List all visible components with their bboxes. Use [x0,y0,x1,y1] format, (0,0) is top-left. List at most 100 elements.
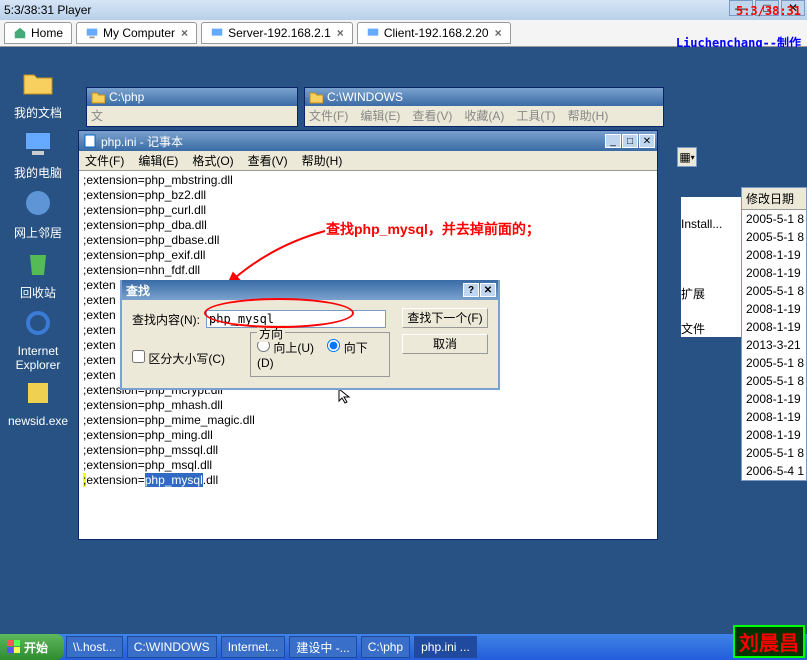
tab-close-icon[interactable]: × [495,26,502,40]
folder-icon [309,90,323,104]
direction-down-radio[interactable] [327,339,340,352]
menu-tools[interactable]: 工具(T) [516,107,555,124]
desktop-icon-recycle-bin[interactable]: 回收站 [8,247,68,301]
explorer-title[interactable]: C:\php [87,88,297,106]
taskbar-item[interactable]: 建设中 -... [289,636,356,658]
list-item[interactable]: 2008-1-19 [742,246,806,264]
tab-close-icon[interactable]: × [337,26,344,40]
desktop-icon-my-computer[interactable]: 我的电脑 [8,127,68,181]
taskbar-item[interactable]: C:\php [361,636,410,658]
desktop-icon-my-documents[interactable]: 我的文档 [8,67,68,121]
list-item[interactable]: 2005-5-1 8 [742,354,806,372]
explorer-menu: 文 [87,106,297,124]
explorer-window-windows[interactable]: C:\WINDOWS 文件(F) 编辑(E) 查看(V) 收藏(A) 工具(T)… [304,87,664,127]
taskbar-item[interactable]: \\.host... [66,636,123,658]
find-title-text: 查找 [126,282,150,299]
player-title-bar: 5:3/38:31 Player — □ ✕ [0,0,807,20]
menu-edit[interactable]: 编辑(E) [138,152,178,169]
folder-icon [91,90,105,104]
find-input[interactable] [206,310,386,328]
list-item[interactable]: 2005-5-1 8 [742,444,806,462]
case-checkbox[interactable] [132,350,145,363]
toolbar-view-button[interactable]: ▦▾ [677,147,697,167]
grid-icon: ▦ [679,150,690,164]
list-item[interactable]: 2013-3-21 [742,336,806,354]
help-button[interactable]: ? [463,283,479,297]
desktop-icon-ie[interactable]: Internet Explorer [8,307,68,372]
up-label: 向上(U) [273,341,314,355]
mouse-cursor-icon [338,388,354,404]
menu-fav[interactable]: 收藏(A) [464,107,504,124]
list-item[interactable]: 2006-5-4 1 [742,462,806,480]
direction-label: 方向 [257,325,285,342]
menu-edit[interactable]: 编辑(E) [360,107,400,124]
list-item[interactable]: 2008-1-19 [742,426,806,444]
explorer-title-text: C:\WINDOWS [327,90,403,104]
overlay-time: 5:3/38:31 [736,4,801,18]
computer-icon [85,26,99,40]
start-button[interactable]: 开始 [0,634,64,660]
text: extension= [86,473,144,487]
case-label: 区分大小写(C) [148,352,225,366]
tab-my-computer[interactable]: My Computer × [76,22,197,44]
find-next-button[interactable]: 查找下一个(F) [402,308,488,328]
list-item[interactable]: 2005-5-1 8 [742,228,806,246]
close-button[interactable]: ✕ [480,283,496,297]
list-item[interactable]: 2008-1-19 [742,390,806,408]
taskbar-item[interactable]: php.ini ... [414,636,477,658]
menu-file[interactable]: 文件(F) [85,152,124,169]
desktop-icon-network[interactable]: 网上邻居 [8,187,68,241]
server-icon [210,26,224,40]
taskbar-item[interactable]: C:\WINDOWS [127,636,217,658]
computer-icon [22,127,54,159]
tab-label: My Computer [103,26,175,40]
list-item[interactable]: 2008-1-19 [742,264,806,282]
cancel-button[interactable]: 取消 [402,334,488,354]
menu-view[interactable]: 查看(V) [248,152,288,169]
menu-help[interactable]: 帮助(H) [568,107,609,124]
menu-view[interactable]: 查看(V) [412,107,452,124]
icon-label: 回收站 [8,284,68,301]
explorer-window-php[interactable]: C:\php 文 [86,87,298,127]
column-header[interactable]: 修改日期 [742,188,806,210]
menu-file[interactable]: 文件(F) [309,107,348,124]
menu-file[interactable]: 文 [91,107,103,124]
list-item[interactable]: 文件 [681,320,741,337]
tab-server[interactable]: Server-192.168.2.1 × [201,22,353,44]
chevron-down-icon: ▾ [691,153,695,162]
list-item[interactable]: Install... [681,217,741,231]
list-item[interactable]: 扩展 [681,285,741,302]
find-title-bar[interactable]: 查找 ? ✕ [122,280,498,300]
list-item[interactable]: 2005-5-1 8 [742,372,806,390]
taskbar-item[interactable]: Internet... [221,636,286,658]
list-item[interactable]: 2008-1-19 [742,318,806,336]
tab-label: Server-192.168.2.1 [228,26,331,40]
taskbar: 开始 \\.host...C:\WINDOWSInternet...建设中 -.… [0,634,807,660]
icon-label: Internet Explorer [8,344,68,372]
notepad-title-bar[interactable]: php.ini - 记事本 _ □ ✕ [79,131,657,151]
find-body: 查找内容(N): 查找下一个(F) 取消 区分大小写(C) 方向 向上(U) 向… [122,300,498,346]
find-label: 查找内容(N): [132,311,200,328]
notepad-title-text: php.ini - 记事本 [101,133,183,150]
desktop-icon-newsid[interactable]: newsid.exe [8,377,68,428]
listview-dates: 修改日期 2005-5-1 82005-5-1 82008-1-192008-1… [741,187,807,481]
selected-text: php_mysql [145,473,203,487]
menu-format[interactable]: 格式(O) [192,152,233,169]
tab-close-icon[interactable]: × [181,26,188,40]
list-item[interactable]: 2005-5-1 8 [742,282,806,300]
signature-watermark: 刘晨昌 [733,625,805,658]
list-item[interactable]: 2005-5-1 8 [742,210,806,228]
ie-icon [22,307,54,339]
list-item[interactable]: 2008-1-19 [742,408,806,426]
icon-label: 我的文档 [8,104,68,121]
client-icon [366,26,380,40]
explorer-title[interactable]: C:\WINDOWS [305,88,663,106]
player-title: 5:3/38:31 Player [4,3,91,17]
tab-home[interactable]: Home [4,22,72,44]
maximize-button[interactable]: □ [622,134,638,148]
close-button[interactable]: ✕ [639,134,655,148]
tab-client[interactable]: Client-192.168.2.20 × [357,22,511,44]
menu-help[interactable]: 帮助(H) [302,152,343,169]
list-item[interactable]: 2008-1-19 [742,300,806,318]
minimize-button[interactable]: _ [605,134,621,148]
